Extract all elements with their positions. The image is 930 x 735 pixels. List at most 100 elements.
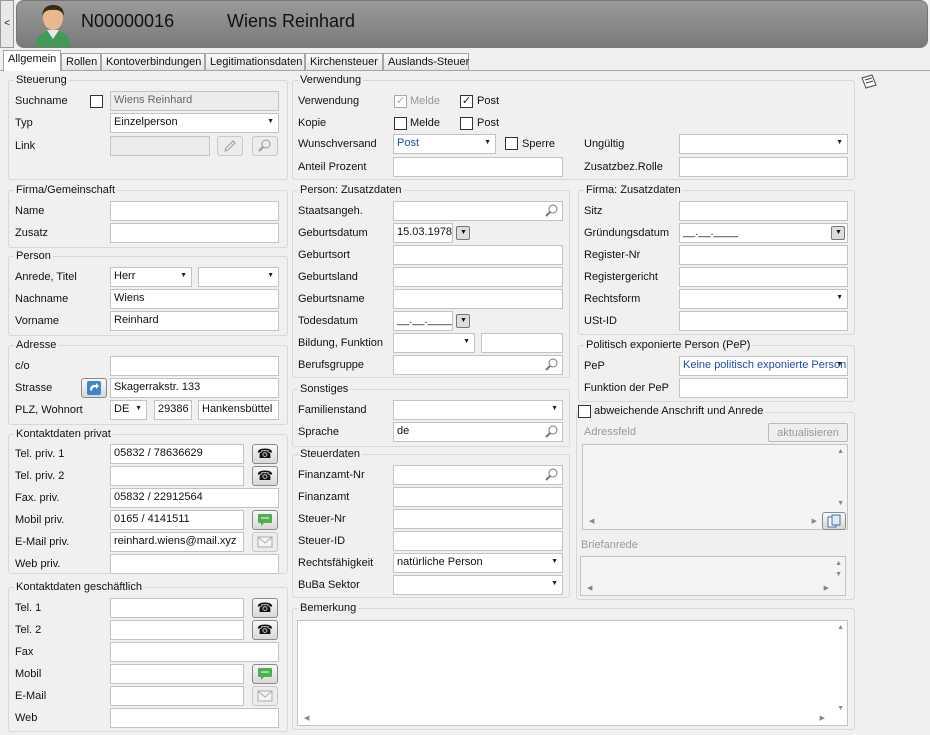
magnifier-icon[interactable] — [545, 358, 559, 372]
link-field[interactable] — [110, 136, 210, 156]
firma-name-field[interactable] — [110, 201, 279, 221]
rechtsfaehigkeit-select[interactable]: natürliche Person — [393, 553, 563, 573]
geburtsdatum-picker-button[interactable] — [456, 226, 470, 240]
steuer-nr-field[interactable] — [393, 509, 563, 529]
vorname-field[interactable]: Reinhard — [110, 311, 279, 331]
call-tel-priv-1-button[interactable]: ☎ — [252, 444, 278, 464]
todesdatum-field[interactable]: __.__.____ — [393, 311, 453, 331]
tab-legitimationsdaten[interactable]: Legitimationsdaten — [205, 53, 305, 70]
sperre-checkbox[interactable] — [505, 137, 518, 150]
tab-rollen[interactable]: Rollen — [61, 53, 101, 70]
ustid-field[interactable] — [679, 311, 848, 331]
registergericht-field[interactable] — [679, 267, 848, 287]
geburtsland-field[interactable] — [393, 267, 563, 287]
email-field[interactable] — [110, 686, 244, 706]
mobil-field[interactable] — [110, 664, 244, 684]
tab-auslands-steuer[interactable]: Auslands-Steuer — [383, 53, 469, 70]
ungueltig-select[interactable] — [679, 134, 848, 154]
anteil-field[interactable] — [393, 157, 563, 177]
call-tel-1-button[interactable]: ☎ — [252, 598, 278, 618]
funktion-field[interactable] — [481, 333, 563, 353]
register-nr-field[interactable] — [679, 245, 848, 265]
kopie-melde-checkbox[interactable] — [394, 117, 407, 130]
bemerkung-textarea[interactable]: ▲ ▼ ◀ ▶ — [297, 620, 848, 726]
magnifier-icon[interactable] — [545, 204, 559, 218]
aktualisieren-button[interactable]: aktualisieren — [768, 423, 848, 442]
strasse-field[interactable]: Skagerrakstr. 133 — [110, 378, 279, 398]
verwendung-melde-checkbox[interactable]: ✓ — [394, 95, 407, 108]
mail-priv-button[interactable] — [252, 532, 278, 552]
zusatzbez-field[interactable] — [679, 157, 848, 177]
tel-priv-2-field[interactable] — [110, 466, 244, 486]
suchname-lock-checkbox[interactable] — [90, 95, 103, 108]
tel-priv-1-field[interactable]: 05832 / 78636629 — [110, 444, 244, 464]
pep-select[interactable]: Keine politisch exponierte Person — [679, 356, 848, 376]
scroll-up-icon[interactable]: ▲ — [837, 624, 844, 631]
geburtsdatum-field[interactable]: 15.03.1978 — [393, 223, 453, 243]
adressfeld-textarea[interactable]: ▲ ▼ ◀ ▶ — [582, 444, 848, 530]
collapse-panel-button[interactable]: < — [0, 0, 14, 48]
suchname-field[interactable]: Wiens Reinhard — [110, 91, 279, 111]
briefanrede-textarea[interactable]: ▲ ▼ ◀ ▶ — [580, 556, 846, 596]
tab-kirchensteuer[interactable]: Kirchensteuer — [305, 53, 383, 70]
staatsangeh-field[interactable] — [393, 201, 563, 221]
titel-select[interactable] — [198, 267, 279, 287]
typ-select[interactable]: Einzelperson — [110, 113, 279, 133]
web-priv-field[interactable] — [110, 554, 279, 574]
gruendungsdatum-picker-button[interactable] — [831, 226, 845, 240]
geburtsname-field[interactable] — [393, 289, 563, 309]
zusatz-field[interactable] — [110, 223, 279, 243]
wohnort-field[interactable]: Hankensbüttel — [198, 400, 279, 420]
todesdatum-picker-button[interactable] — [456, 314, 470, 328]
note-icon[interactable] — [860, 74, 878, 93]
magnifier-icon[interactable] — [545, 425, 559, 439]
anrede-select[interactable]: Herr — [110, 267, 192, 287]
tab-kontoverbindungen[interactable]: Kontoverbindungen — [101, 53, 205, 70]
scroll-right-icon[interactable]: ▶ — [812, 517, 817, 525]
nachname-field[interactable]: Wiens — [110, 289, 279, 309]
scroll-right-icon[interactable]: ▶ — [824, 584, 829, 592]
email-priv-field[interactable]: reinhard.wiens@mail.xyz — [110, 532, 244, 552]
wunschversand-select[interactable]: Post — [393, 134, 496, 154]
sitz-field[interactable] — [679, 201, 848, 221]
web-field[interactable] — [110, 708, 279, 728]
bildung-select[interactable] — [393, 333, 475, 353]
sprache-field[interactable]: de — [393, 422, 563, 442]
edit-link-button[interactable] — [217, 136, 243, 156]
gruendungsdatum-field[interactable]: __.__.____ — [679, 223, 848, 243]
sms-mobil-priv-button[interactable] — [252, 510, 278, 530]
finanzamt-field[interactable] — [393, 487, 563, 507]
steuer-id-field[interactable] — [393, 531, 563, 551]
geburtsort-field[interactable] — [393, 245, 563, 265]
funktion-pep-field[interactable] — [679, 378, 848, 398]
scroll-left-icon[interactable]: ◀ — [304, 714, 309, 722]
scroll-up-icon[interactable]: ▲ — [835, 560, 842, 567]
scroll-down-icon[interactable]: ▼ — [835, 571, 842, 578]
tel-2-field[interactable] — [110, 620, 244, 640]
call-tel-priv-2-button[interactable]: ☎ — [252, 466, 278, 486]
scroll-left-icon[interactable]: ◀ — [589, 517, 594, 525]
rechtsform-select[interactable] — [679, 289, 848, 309]
buba-select[interactable] — [393, 575, 563, 595]
address-refresh-button[interactable] — [81, 378, 107, 398]
kopie-post-checkbox[interactable] — [460, 117, 473, 130]
magnifier-icon[interactable] — [545, 468, 559, 482]
scroll-left-icon[interactable]: ◀ — [587, 584, 592, 592]
sms-mobil-button[interactable] — [252, 664, 278, 684]
familienstand-select[interactable] — [393, 400, 563, 420]
scroll-right-icon[interactable]: ▶ — [820, 714, 825, 722]
call-tel-2-button[interactable]: ☎ — [252, 620, 278, 640]
tel-1-field[interactable] — [110, 598, 244, 618]
fax-priv-field[interactable]: 05832 / 22912564 — [110, 488, 279, 508]
co-field[interactable] — [110, 356, 279, 376]
fax-field[interactable] — [110, 642, 279, 662]
abweichende-anschrift-checkbox[interactable] — [578, 405, 591, 418]
tab-allgemein[interactable]: Allgemein — [3, 50, 61, 71]
copy-address-button[interactable] — [822, 512, 846, 530]
finanzamt-nr-field[interactable] — [393, 465, 563, 485]
scroll-down-icon[interactable]: ▼ — [837, 705, 844, 712]
plz-field[interactable]: 29386 — [154, 400, 192, 420]
mobil-priv-field[interactable]: 0165 / 4141511 — [110, 510, 244, 530]
mail-button[interactable] — [252, 686, 278, 706]
scroll-down-icon[interactable]: ▼ — [837, 500, 844, 507]
